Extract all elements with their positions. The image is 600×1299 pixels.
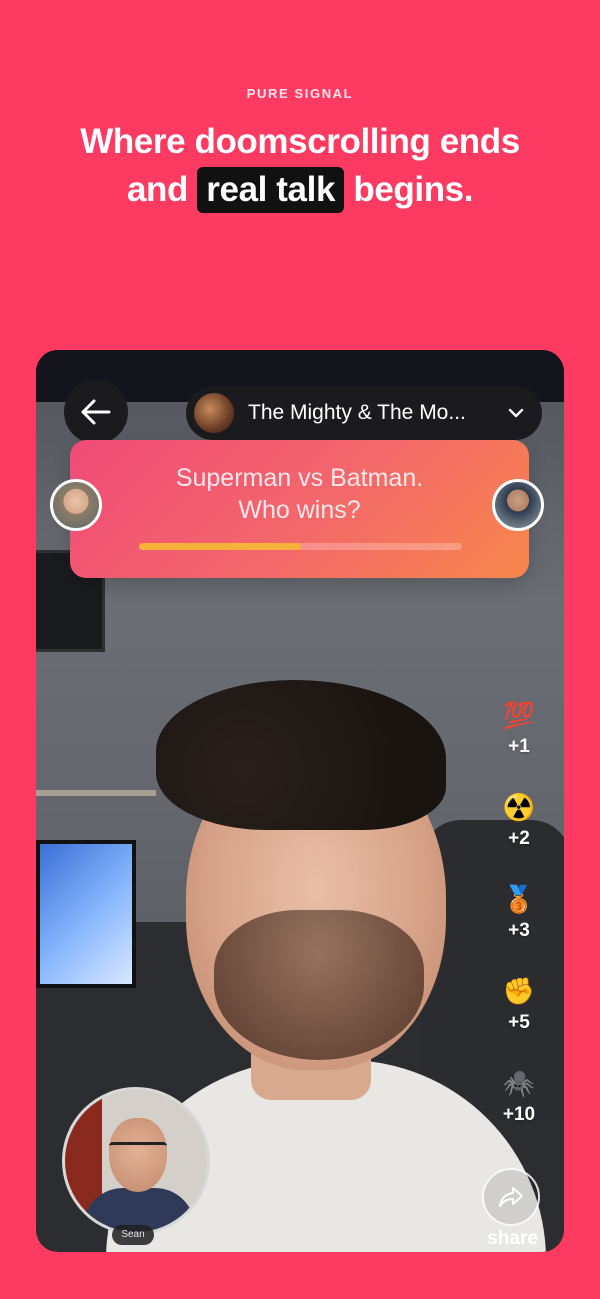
headline-pre: and (126, 170, 188, 209)
self-glasses (109, 1142, 167, 1159)
bronze-medal-icon: 🥉 (502, 884, 536, 914)
reaction-count: +2 (508, 828, 530, 849)
chevron-down-icon (508, 408, 524, 418)
share-button[interactable] (482, 1168, 540, 1226)
room-selector[interactable]: The Mighty & The Mo... (186, 386, 542, 440)
reaction-count: +3 (508, 920, 530, 941)
participant-avatar-right[interactable] (492, 479, 544, 531)
headline-highlight: real talk (197, 167, 345, 213)
video-call-frame: The Mighty & The Mo... Superman vs Batma… (36, 350, 564, 1252)
reaction-item[interactable]: ☢️ +2 (494, 790, 544, 882)
headline-line-1: Where doomscrolling ends (80, 122, 520, 161)
reaction-count: +10 (502, 1104, 536, 1125)
shelf (36, 790, 156, 796)
self-name-badge: Sean (112, 1225, 154, 1245)
question-progress-bar (139, 543, 462, 550)
reaction-item[interactable]: 💯 +1 (494, 698, 544, 790)
question-progress-fill (139, 543, 301, 550)
reaction-item[interactable]: 🕷️ +10 (494, 1066, 544, 1158)
hundred-points-icon: 💯 (502, 700, 536, 730)
reaction-count: +1 (508, 736, 530, 757)
room-title: The Mighty & The Mo... (248, 401, 466, 424)
computer-monitor (36, 840, 136, 988)
eyebrow-label: PURE SIGNAL (246, 86, 354, 101)
headline-line-2: and real talk begins. (0, 166, 600, 214)
back-button[interactable] (64, 380, 128, 444)
share-label: share (487, 1228, 538, 1249)
question-line-2: Who wins? (238, 496, 361, 524)
self-view[interactable] (62, 1087, 210, 1235)
share-icon (499, 1187, 523, 1207)
headline: Where doomscrolling ends and real talk b… (0, 118, 600, 214)
question-line-1: Superman vs Batman. (175, 464, 424, 492)
speaker-beard (214, 910, 424, 1060)
room-thumbnail (194, 393, 234, 433)
raised-fist-icon: ✊ (502, 976, 536, 1006)
question-card: Superman vs Batman. Who wins? (70, 440, 529, 578)
reaction-item[interactable]: ✊ +5 (494, 974, 544, 1066)
participant-avatar-left[interactable] (50, 479, 102, 531)
reaction-list: 💯 +1 ☢️ +2 🥉 +3 ✊ +5 🕷️ +10 (494, 698, 544, 1158)
reaction-item[interactable]: 🥉 +3 (494, 882, 544, 974)
question-text: Superman vs Batman. Who wins? (70, 462, 529, 526)
spider-icon: 🕷️ (502, 1068, 536, 1098)
radioactive-icon: ☢️ (502, 792, 536, 822)
arrow-left-icon (81, 399, 111, 425)
reaction-count: +5 (508, 1012, 530, 1033)
headline-post: begins. (353, 170, 474, 209)
